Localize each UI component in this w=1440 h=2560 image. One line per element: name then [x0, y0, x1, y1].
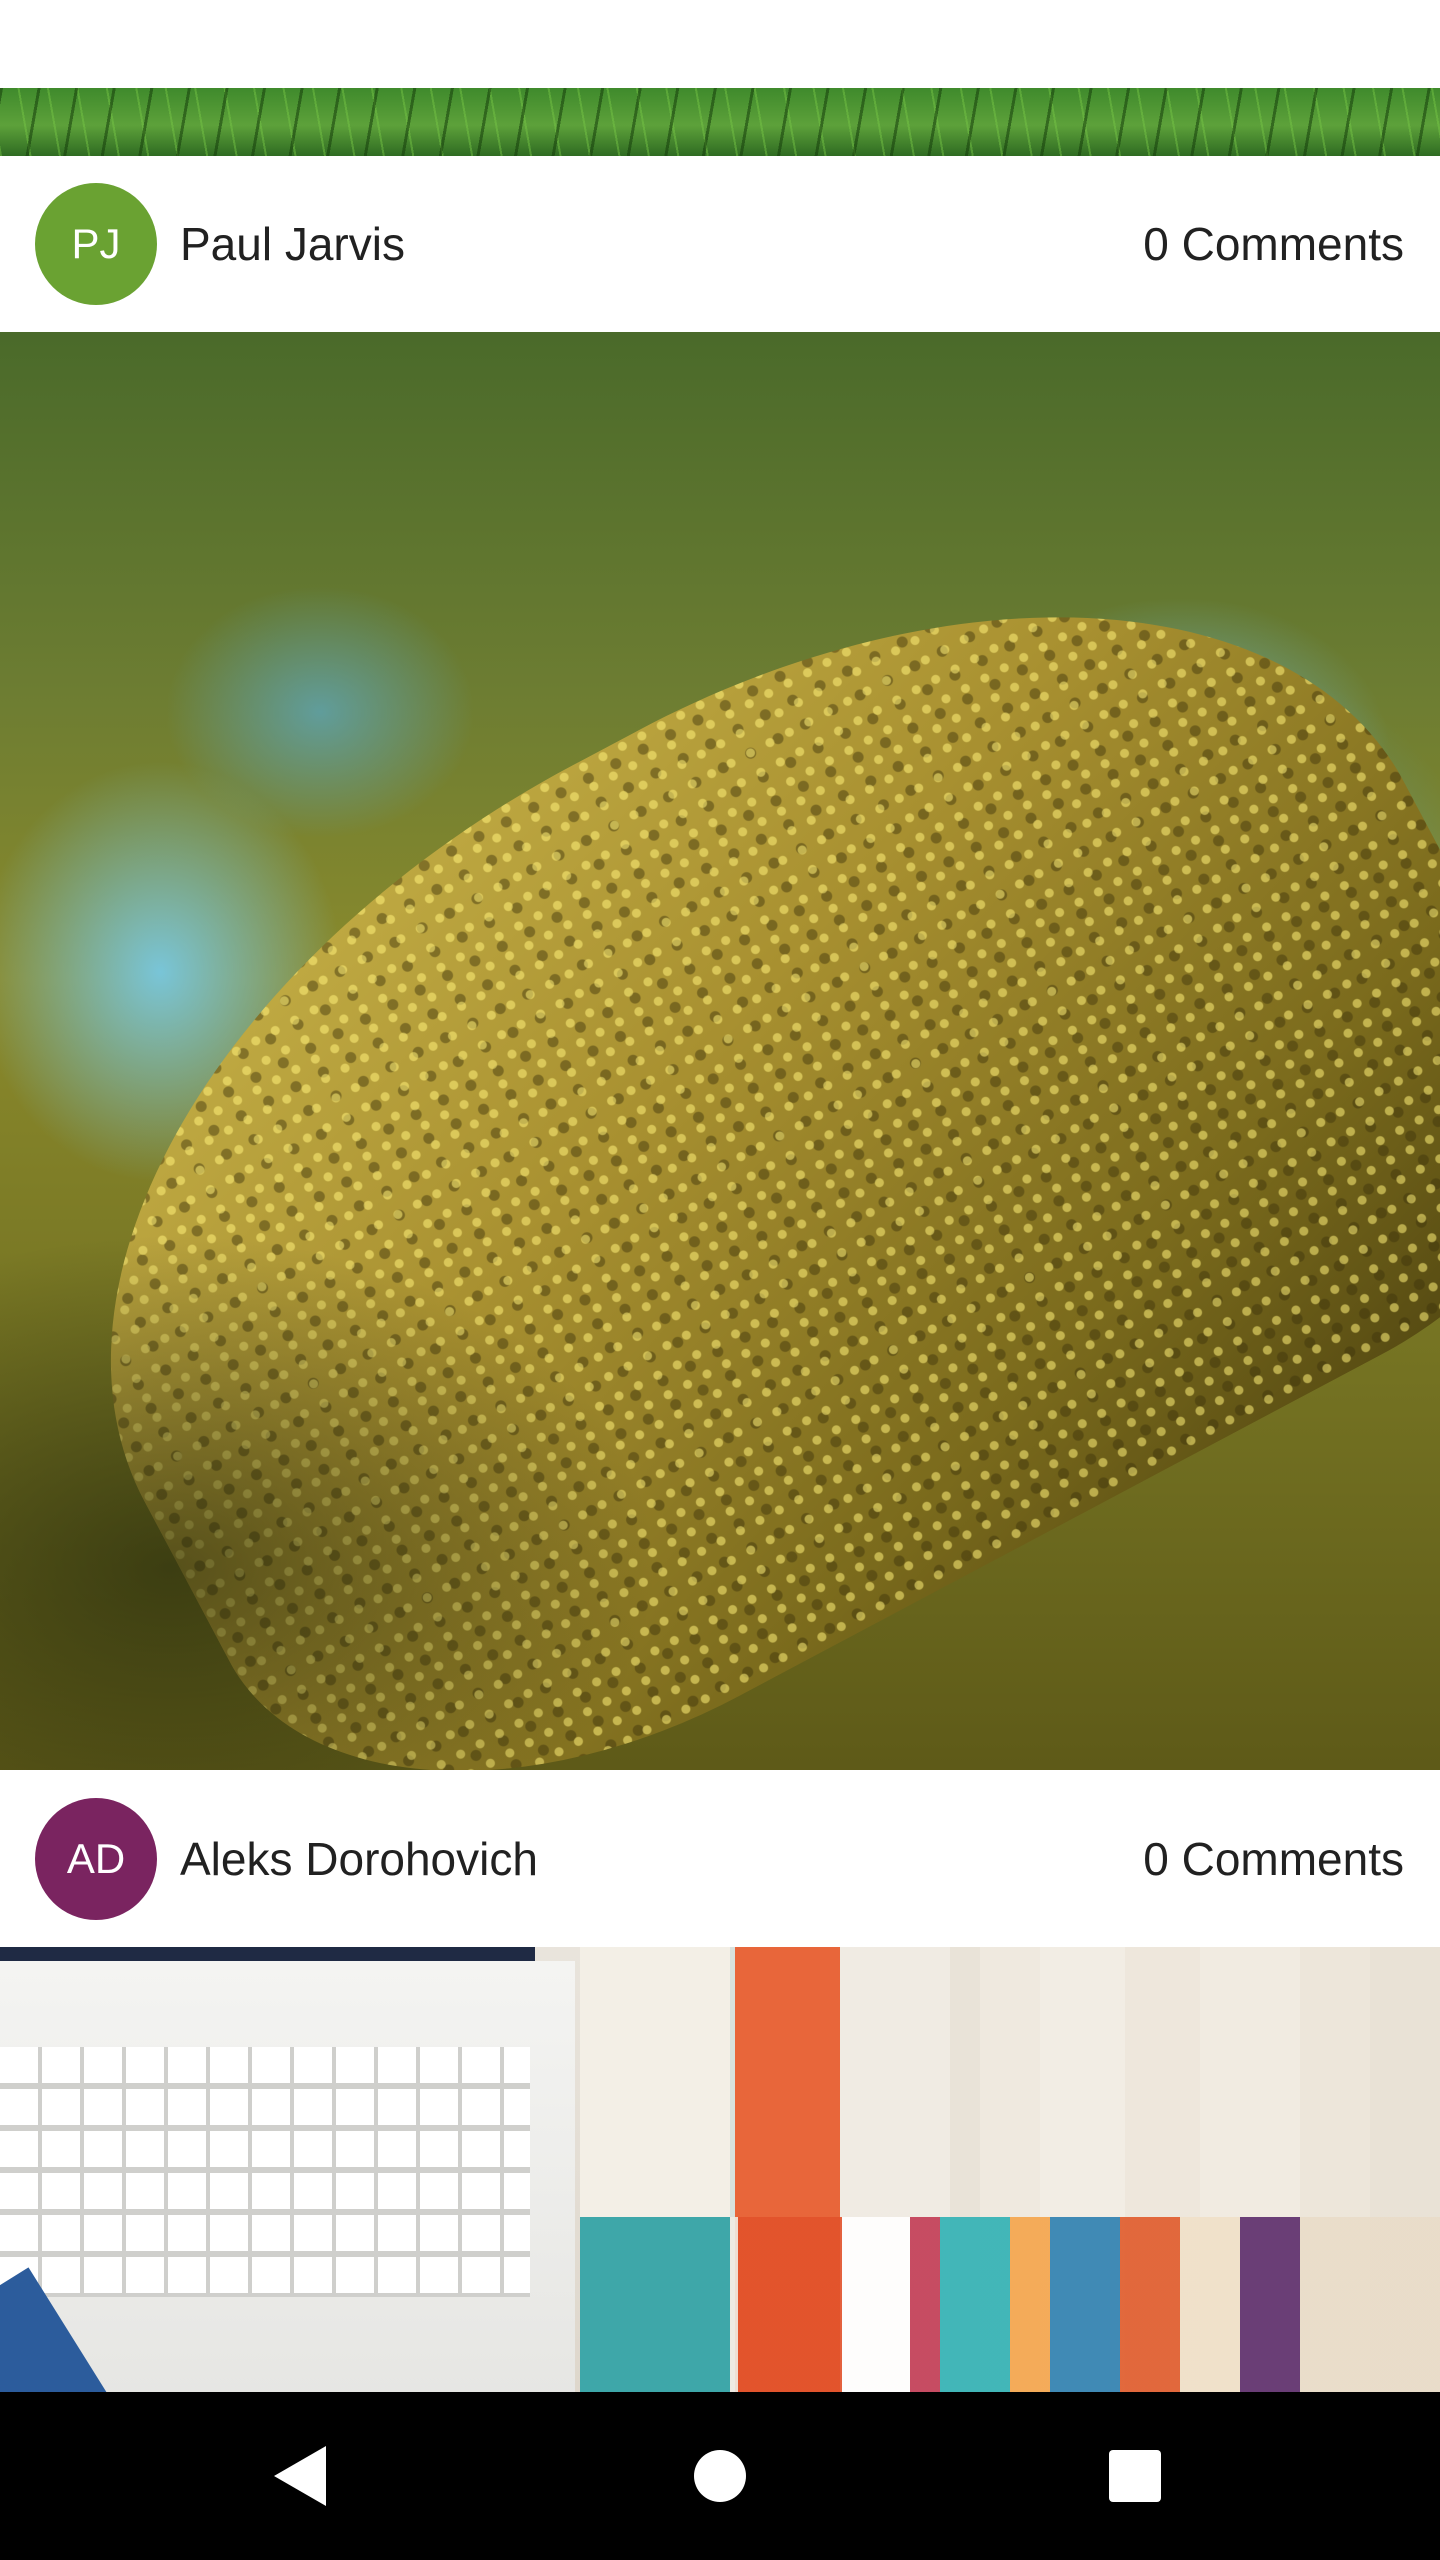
- comments-count[interactable]: 0 Comments: [1143, 1771, 1404, 1947]
- back-triangle-icon: [274, 2446, 326, 2506]
- home-button[interactable]: [640, 2392, 800, 2560]
- back-button[interactable]: [220, 2392, 380, 2560]
- home-circle-icon: [694, 2450, 746, 2502]
- recents-button[interactable]: [1055, 2392, 1215, 2560]
- navigation-bar: [0, 2392, 1440, 2560]
- avatar[interactable]: AD: [35, 1798, 157, 1920]
- author-name[interactable]: Aleks Dorohovich: [180, 1771, 538, 1947]
- book-spines: [580, 2217, 1440, 2392]
- avatar-initials: AD: [66, 1835, 126, 1882]
- status-area: [0, 0, 1440, 88]
- post-photo-tree[interactable]: [0, 332, 1440, 1770]
- avatar[interactable]: PJ: [35, 183, 157, 305]
- post-header[interactable]: AD Aleks Dorohovich 0 Comments: [0, 1771, 1440, 1947]
- post-photo-desk[interactable]: [0, 1947, 1440, 2392]
- author-name[interactable]: Paul Jarvis: [180, 156, 405, 332]
- comments-count[interactable]: 0 Comments: [1143, 156, 1404, 332]
- photo-shadow: [0, 1232, 660, 1770]
- keyboard-rows: [0, 2047, 530, 2297]
- post-header[interactable]: PJ Paul Jarvis 0 Comments: [0, 156, 1440, 332]
- recents-square-icon: [1109, 2450, 1161, 2502]
- post-photo-grass[interactable]: [0, 88, 1440, 156]
- laptop-screen-edge: [0, 1947, 535, 1961]
- avatar-initials: PJ: [71, 220, 121, 267]
